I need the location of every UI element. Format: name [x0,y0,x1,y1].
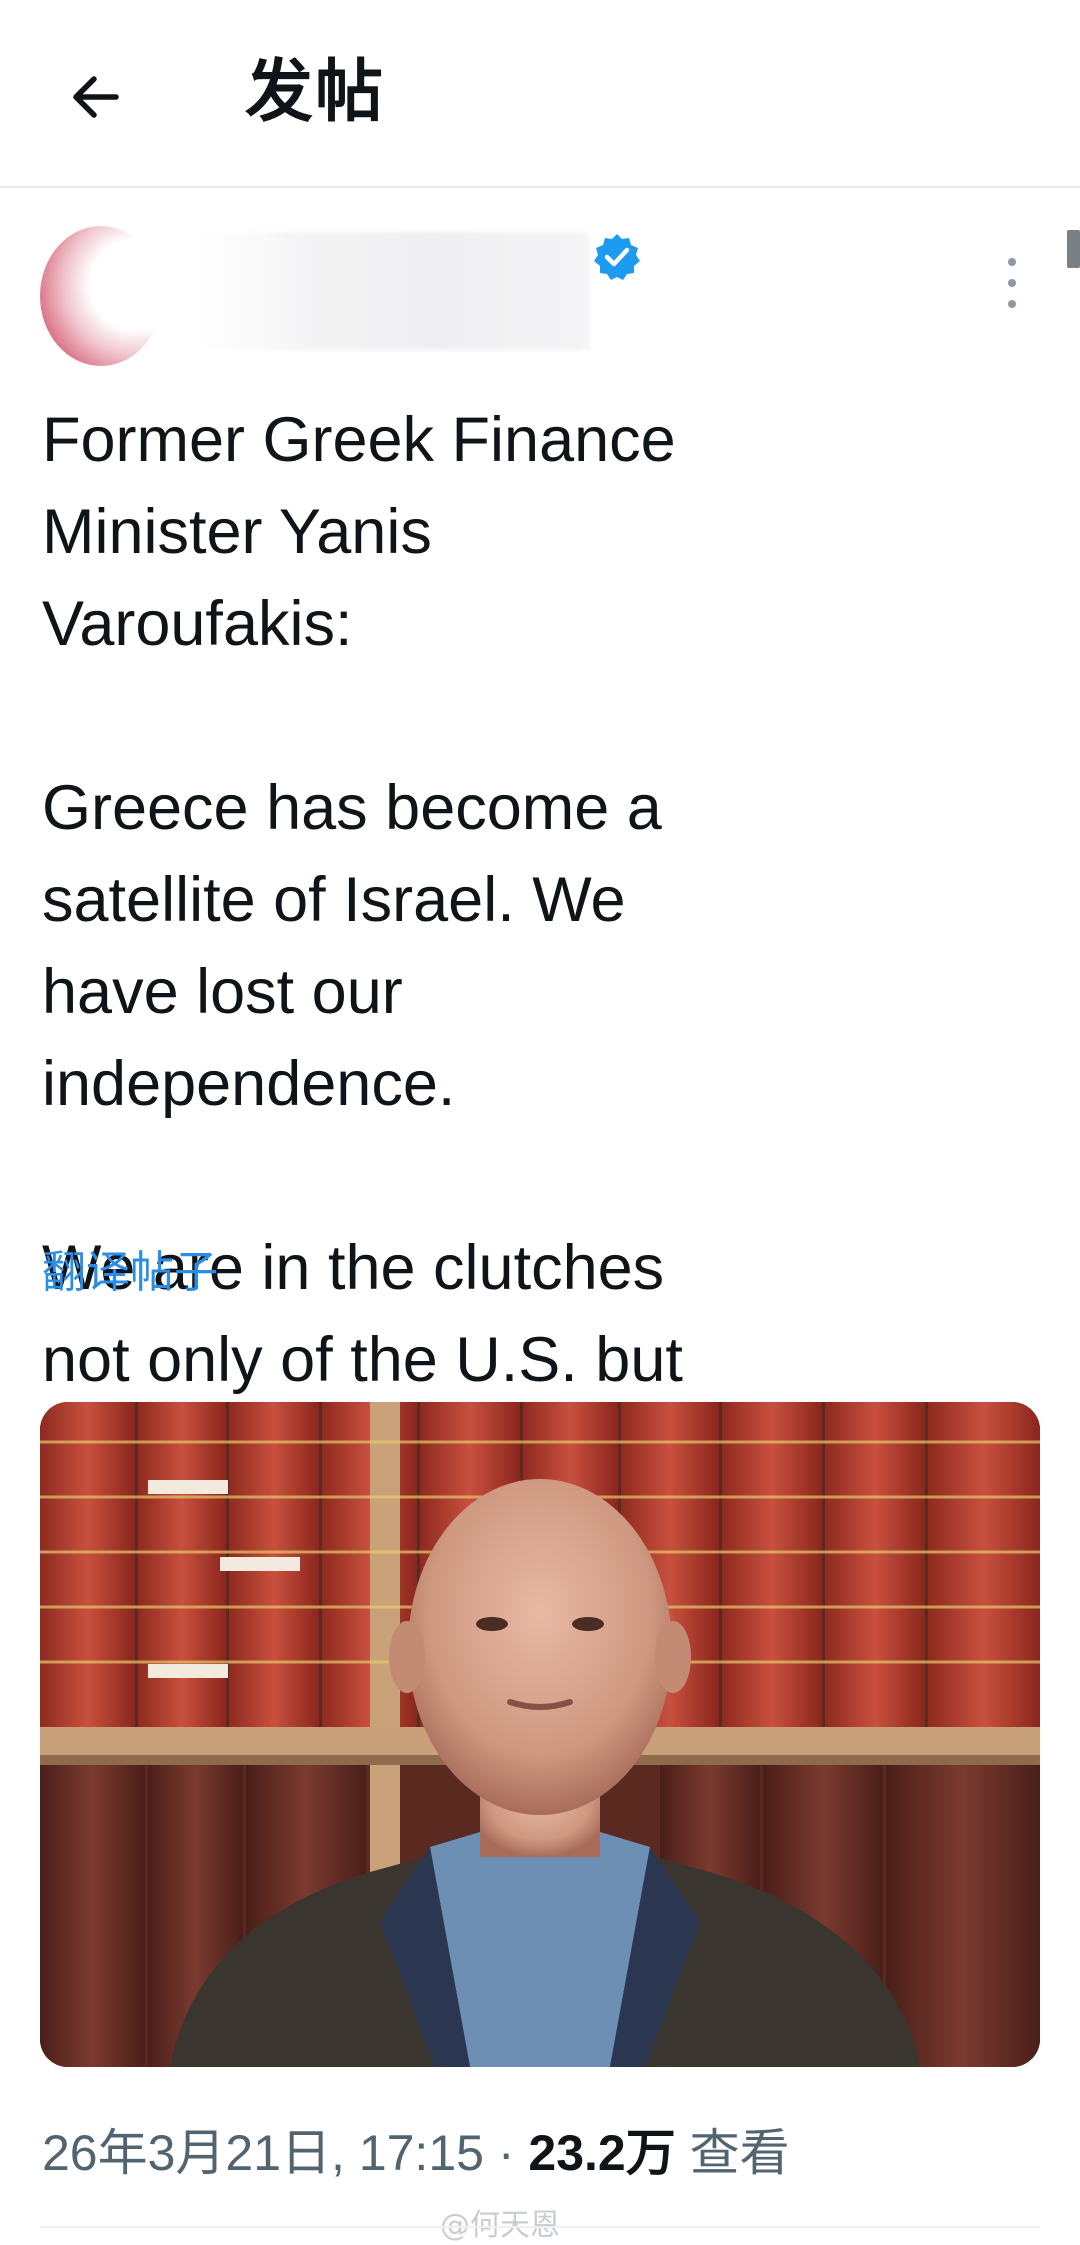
post-media-image[interactable] [40,1402,1040,2067]
author-name-redacted[interactable] [200,232,590,350]
post-timestamp[interactable]: 26年3月21日, 17:15 [42,2125,484,2181]
arrow-left-icon [73,76,119,118]
meta-separator: · [483,2125,529,2181]
post-meta: 26年3月21日, 17:15 · 23.2万 查看 [42,2120,790,2186]
tweet-paragraph: Former Greek Finance Minister Yanis Varo… [42,405,676,659]
page-title: 发帖 [245,53,386,132]
verified-badge-icon [594,234,640,280]
back-button[interactable] [50,52,140,142]
scrollbar-thumb[interactable] [1067,230,1080,268]
tweet-paragraph: Greece has become a satellite of Israel.… [42,773,662,1119]
tweet-text: Former Greek Finance Minister Yanis Varo… [42,394,1042,1498]
portrait-photo [40,1402,1040,2067]
divider [40,2226,1040,2228]
more-options-icon[interactable] [990,258,1034,308]
views-count: 23.2万 [528,2125,676,2181]
views-label: 查看 [675,2125,790,2181]
translate-post-link[interactable]: 翻译帖子 [42,1243,218,1303]
top-app-bar: 发帖 [0,0,1080,188]
watermark: @何天恩 [440,2208,560,2243]
author-avatar[interactable] [40,226,162,366]
